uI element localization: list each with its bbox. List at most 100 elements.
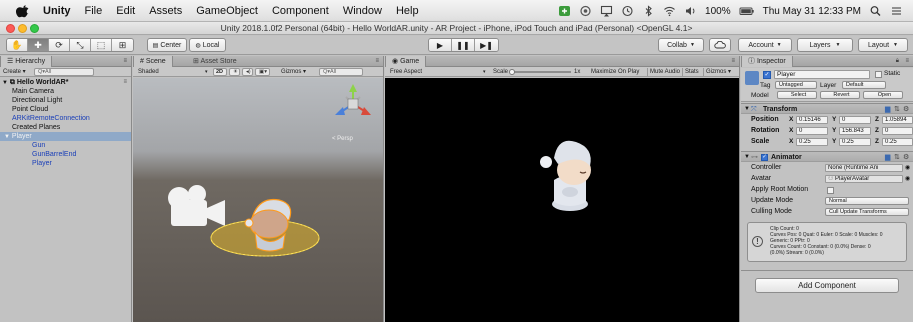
avatar-field[interactable]: ⚇ PlayerAvatar (825, 175, 903, 183)
pivot-local-toggle[interactable]: ◍ Local (189, 38, 226, 52)
rect-tool-button[interactable]: ⬚ (91, 39, 112, 51)
component-settings-gear-icon[interactable]: ⚙ (903, 104, 909, 115)
scale-slider-thumb[interactable] (509, 69, 515, 75)
panel-menu-icon[interactable]: ≡ (123, 56, 127, 67)
hierarchy-create-dropdown[interactable]: Create ▾ (3, 68, 26, 76)
hierarchy-item-created-planes[interactable]: Created Planes (0, 123, 131, 132)
scale-tool-button[interactable]: ⤡ (70, 39, 91, 51)
menu-edit[interactable]: Edit (116, 5, 135, 17)
hierarchy-item-player-child[interactable]: Player (0, 159, 131, 168)
hierarchy-item-directional-light[interactable]: Directional Light (0, 96, 131, 105)
static-checkbox[interactable] (875, 71, 882, 78)
model-select-button[interactable]: Select (777, 91, 817, 99)
hierarchy-item-point-cloud[interactable]: Point Cloud (0, 105, 131, 114)
position-y-field[interactable]: 0 (839, 116, 871, 124)
scale-x-field[interactable]: 0.25 (796, 138, 828, 146)
scene-lighting-toggle[interactable]: ☀ (229, 68, 240, 76)
update-mode-dropdown[interactable]: Normal (825, 197, 909, 205)
bluetooth-icon[interactable] (642, 5, 655, 17)
hierarchy-item-player-selected[interactable]: ▼ Player (0, 132, 131, 141)
tab-asset-store[interactable]: ⊞ Asset Store (187, 56, 243, 67)
scene-gizmos-dropdown[interactable]: Gizmos ▾ (281, 68, 306, 76)
help-book-icon[interactable]: ▆ (885, 104, 890, 115)
component-settings-gear-icon[interactable]: ⚙ (903, 152, 909, 163)
volume-icon[interactable] (684, 5, 697, 17)
menubar-clock[interactable]: Thu May 31 12:33 PM (763, 6, 861, 17)
object-picker-icon[interactable]: ◉ (905, 174, 910, 184)
presets-icon[interactable]: ⇅ (894, 104, 900, 115)
tag-dropdown[interactable]: Untagged (775, 81, 817, 89)
record-icon[interactable] (579, 5, 592, 17)
add-component-button[interactable]: Add Component (755, 278, 899, 293)
model-revert-button[interactable]: Revert (820, 91, 860, 99)
hierarchy-search-input[interactable]: Q▾All (34, 68, 94, 76)
lock-icon[interactable]: 🔒︎ (896, 56, 899, 67)
hierarchy-item-gun-barrel-end[interactable]: GunBarrelEnd (0, 150, 131, 159)
scene-root-row[interactable]: ▼ ⧉ Hello WorldAR* ≡ (0, 78, 131, 87)
pivot-center-toggle[interactable]: ▤ Center (147, 38, 187, 52)
wifi-icon[interactable] (663, 5, 676, 17)
scale-y-field[interactable]: 0.25 (839, 138, 871, 146)
scene-options-icon[interactable]: ≡ (123, 78, 127, 87)
scene-orientation-gizmo[interactable] (333, 84, 373, 134)
layer-dropdown[interactable]: Default (842, 81, 886, 89)
object-picker-icon[interactable]: ◉ (905, 163, 910, 173)
disclosure-triangle-icon[interactable]: ▼ (744, 152, 750, 163)
mute-audio-toggle[interactable]: Mute Audio (647, 68, 680, 76)
menu-help[interactable]: Help (396, 5, 419, 17)
scale-z-field[interactable]: 0.25 (882, 138, 913, 146)
menu-window[interactable]: Window (343, 5, 382, 17)
disclosure-triangle-icon[interactable]: ▼ (4, 134, 10, 140)
notification-center-icon[interactable] (890, 5, 903, 17)
menu-gameobject[interactable]: GameObject (196, 5, 258, 17)
airplay-icon[interactable] (600, 5, 613, 17)
account-dropdown[interactable]: Account ▼ (738, 38, 792, 52)
game-gizmos-toggle[interactable]: Gizmos ▾ (703, 68, 731, 76)
tab-inspector[interactable]: ⓘ Inspector (741, 56, 793, 67)
maximize-on-play-toggle[interactable]: Maximize On Play (591, 68, 639, 76)
apple-icon[interactable] (16, 4, 30, 18)
object-name-field[interactable]: Player (774, 70, 870, 79)
panel-menu-icon[interactable]: ≡ (731, 56, 735, 67)
tab-hierarchy[interactable]: ☰ Hierarchy (0, 56, 53, 67)
controller-field[interactable]: None (Runtime Ani (825, 164, 903, 172)
step-button[interactable]: ▶❚ (475, 39, 498, 51)
battery-icon[interactable] (739, 5, 755, 17)
hand-tool-button[interactable]: ✋ (7, 39, 28, 51)
game-aspect-dropdown[interactable]: Free Aspect (390, 68, 422, 76)
spotlight-search-icon[interactable] (869, 5, 882, 17)
animator-enabled-checkbox[interactable]: ✓ (761, 154, 768, 161)
panel-menu-icon[interactable]: ≡ (375, 56, 379, 67)
disclosure-triangle-icon[interactable]: ▼ (744, 104, 750, 115)
scene-audio-toggle[interactable]: ◂) (242, 68, 253, 76)
rotation-z-field[interactable]: 0 (882, 127, 913, 135)
collab-dropdown[interactable]: Collab ▼ (658, 38, 704, 52)
apply-root-motion-checkbox[interactable] (827, 187, 834, 194)
time-machine-icon[interactable] (621, 5, 634, 17)
position-z-field[interactable]: 1.05894 (882, 116, 913, 124)
model-open-button[interactable]: Open (863, 91, 903, 99)
animator-component-header[interactable]: ▼ ⊶ ✓ Animator ▆ ⇅ ⚙ (741, 151, 913, 162)
scene-effects-dropdown[interactable]: ▣▾ (255, 68, 270, 76)
disclosure-triangle-icon[interactable]: ▼ (2, 80, 8, 86)
move-tool-button[interactable]: ✚ (28, 39, 49, 51)
hierarchy-item-gun[interactable]: Gun (0, 141, 131, 150)
tab-scene[interactable]: # Scene (133, 56, 173, 67)
scene-perspective-label[interactable]: < Persp (332, 136, 353, 142)
game-scale-slider[interactable] (509, 69, 571, 75)
presets-icon[interactable]: ⇅ (894, 152, 900, 163)
panel-menu-icon[interactable]: ≡ (905, 56, 909, 67)
menu-assets[interactable]: Assets (149, 5, 182, 17)
menu-file[interactable]: File (85, 5, 103, 17)
rotation-y-field[interactable]: 156.843 (839, 127, 871, 135)
shading-mode-dropdown[interactable]: Shaded (138, 68, 159, 76)
pause-button[interactable]: ❚❚ (452, 39, 475, 51)
player-character-in-scene[interactable] (205, 190, 325, 262)
menu-component[interactable]: Component (272, 5, 329, 17)
hierarchy-item-main-camera[interactable]: Main Camera (0, 87, 131, 96)
rotate-tool-button[interactable]: ⟳ (49, 39, 70, 51)
help-book-icon[interactable]: ▆ (885, 152, 890, 163)
transform-tool-button[interactable]: ⊞ (112, 39, 133, 51)
stats-toggle[interactable]: Stats (682, 68, 699, 76)
scene-viewport[interactable]: < Persp (133, 78, 383, 322)
